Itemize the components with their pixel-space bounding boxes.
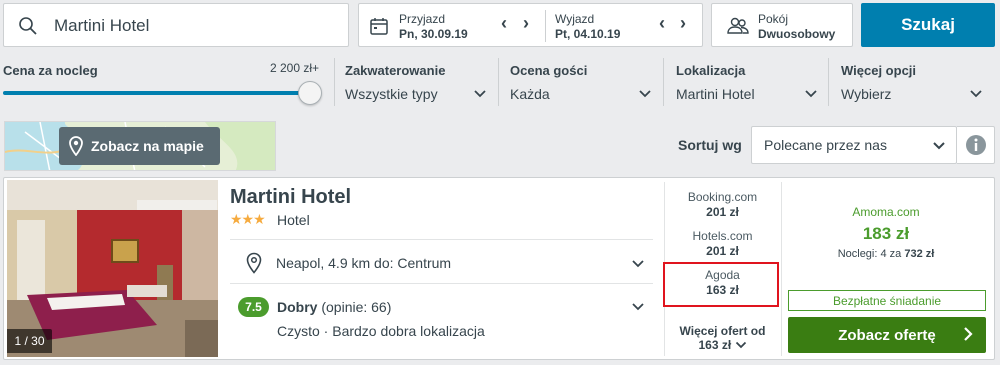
location-pin-icon: [246, 252, 262, 274]
price-slider-track[interactable]: [3, 91, 313, 95]
checkout-date[interactable]: Pt, 04.10.19: [555, 27, 620, 41]
chevron-down-icon: [933, 142, 945, 150]
more-offers-link[interactable]: Więcej ofert od 163 zł: [664, 324, 781, 352]
calendar-icon: [369, 16, 389, 41]
hotel-type: Hotel: [277, 212, 310, 228]
rating-filter-value[interactable]: Każda: [510, 86, 550, 102]
offer-price: 201 zł: [706, 244, 739, 258]
rating-word: Dobry: [277, 299, 318, 315]
best-offer-price[interactable]: 183 zł: [781, 224, 991, 244]
price-filter-label: Cena za nocleg: [3, 63, 98, 78]
chevron-down-icon[interactable]: [473, 89, 487, 99]
chevron-down-icon[interactable]: [631, 302, 645, 312]
best-offer-site[interactable]: Amoma.com: [781, 205, 991, 219]
search-button[interactable]: Szukaj: [861, 3, 995, 47]
chevron-down-icon: [735, 341, 746, 349]
sort-select[interactable]: Polecane przez nas: [751, 126, 957, 164]
view-deal-label: Zobacz ofertę: [838, 326, 936, 344]
checkin-date[interactable]: Pn, 30.09.19: [399, 27, 468, 41]
chevron-down-icon[interactable]: [969, 89, 983, 99]
offer-site: Booking.com: [687, 190, 758, 204]
view-deal-button[interactable]: Zobacz ofertę: [788, 317, 986, 353]
chevron-down-icon[interactable]: [804, 89, 818, 99]
date-picker[interactable]: Przyjazd Pn, 30.09.19 ‹ › Wyjazd Pt, 04.…: [358, 3, 703, 47]
checkin-next-arrow-icon[interactable]: ›: [523, 13, 529, 34]
sort-value: Polecane przez nas: [764, 137, 887, 153]
info-icon: [965, 135, 986, 155]
more-offers-label: Więcej ofert od: [679, 324, 766, 338]
map-pin-icon: [69, 136, 83, 156]
offer-price: 201 zł: [706, 205, 739, 219]
room-value: Dwuosobowy: [758, 27, 836, 41]
price-max-label: 2 200 zł+: [270, 61, 320, 75]
filter-divider: [334, 58, 335, 106]
show-on-map-button[interactable]: Zobacz na mapie: [59, 127, 220, 165]
more-options-value[interactable]: Wybierz: [841, 86, 891, 102]
rating-text[interactable]: Dobry (opinie: 66): [277, 299, 391, 315]
date-divider: [545, 10, 546, 42]
checkout-next-arrow-icon[interactable]: ›: [680, 13, 686, 34]
more-offers-price: 163 zł: [698, 338, 732, 352]
filter-divider: [663, 58, 664, 106]
nights-text: Noclegi: 4 za: [837, 248, 902, 260]
best-offer-nights: Noclegi: 4 za 732 zł: [781, 248, 991, 260]
rating-reviews: (opinie: 66): [321, 299, 392, 315]
checkout-label: Wyjazd: [555, 12, 595, 26]
room-type-selector[interactable]: Pokój Dwuosobowy: [711, 3, 853, 47]
offer-item[interactable]: Booking.com 201 zł: [664, 190, 781, 219]
location-filter-label: Lokalizacja: [676, 63, 746, 78]
offer-item[interactable]: Hotels.com 201 zł: [664, 229, 781, 258]
checkout-prev-arrow-icon[interactable]: ‹: [659, 13, 665, 34]
show-on-map-label: Zobacz na mapie: [91, 138, 204, 154]
hotel-name[interactable]: Martini Hotel: [230, 186, 351, 209]
sort-info-button[interactable]: [957, 126, 995, 164]
photo-counter[interactable]: 1 / 30: [7, 329, 52, 353]
accommodation-filter-value[interactable]: Wszystkie typy: [345, 86, 438, 102]
chevron-down-icon[interactable]: [631, 259, 645, 269]
checkin-label: Przyjazd: [399, 12, 446, 26]
chevron-right-icon: [964, 327, 973, 341]
checkin-prev-arrow-icon[interactable]: ‹: [501, 13, 507, 34]
search-icon: [18, 16, 38, 41]
destination-search-box[interactable]: Martini Hotel: [3, 3, 349, 47]
more-options-label: Więcej opcji: [841, 63, 917, 78]
location-filter-value[interactable]: Martini Hotel: [676, 86, 755, 102]
rating-badge: 7.5: [238, 297, 269, 317]
free-breakfast-badge: Bezpłatne śniadanie: [788, 290, 986, 311]
filter-divider: [828, 58, 829, 106]
offer-site: Hotels.com: [692, 229, 753, 243]
price-slider-handle[interactable]: [298, 81, 322, 105]
chevron-down-icon[interactable]: [638, 89, 652, 99]
room-label: Pokój: [758, 12, 789, 26]
accommodation-filter-label: Zakwaterowanie: [345, 63, 446, 78]
sort-label: Sortuj wg: [678, 137, 742, 153]
rating-filter-label: Ocena gości: [510, 63, 588, 78]
guests-icon: [726, 16, 750, 41]
destination-input-value[interactable]: Martini Hotel: [54, 16, 149, 36]
rating-highlights: Czysto · Bardzo dobra lokalizacja: [277, 323, 485, 339]
highlight-box: [663, 262, 779, 307]
card-divider: [230, 283, 653, 284]
hotel-location[interactable]: Neapol, 4.9 km do: Centrum: [276, 255, 451, 271]
hotel-stars: ★★★: [230, 211, 266, 227]
filter-divider: [498, 58, 499, 106]
card-divider: [230, 239, 653, 240]
nights-total: 732 zł: [904, 248, 935, 260]
